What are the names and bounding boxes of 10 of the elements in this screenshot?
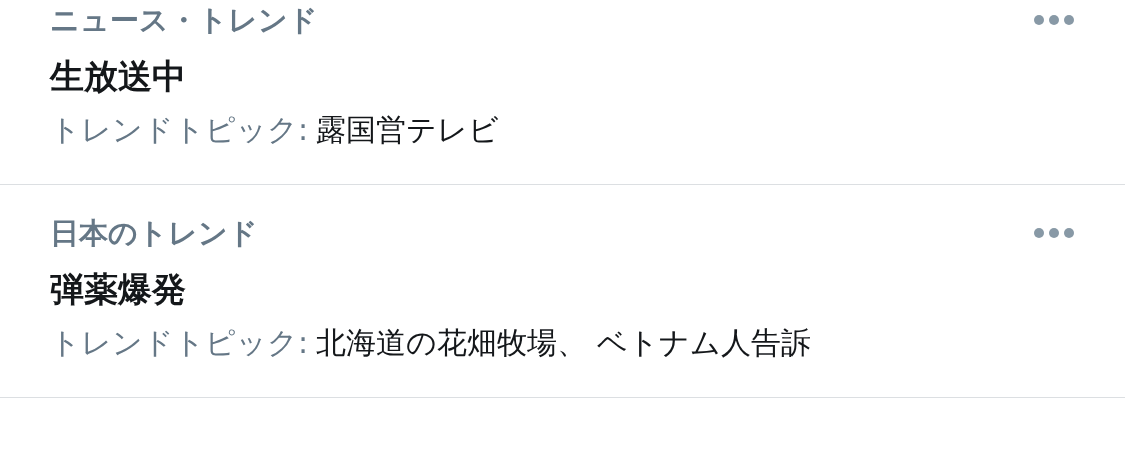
topic-value: 北海道の花畑牧場、 ベトナム人告訴 (316, 324, 811, 362)
trend-category: 日本のトレンド (50, 215, 258, 252)
topic-label: トレンドトピック: (50, 324, 309, 362)
more-icon[interactable] (1033, 227, 1075, 239)
trend-title[interactable]: 生放送中 (50, 54, 1075, 98)
topic-value: 露国営テレビ (316, 111, 500, 149)
trend-category: ニュース・トレンド (50, 2, 318, 39)
trend-title[interactable]: 弾薬爆発 (50, 267, 1075, 311)
more-icon[interactable] (1033, 14, 1075, 26)
topic-label: トレンドトピック: (50, 111, 309, 149)
